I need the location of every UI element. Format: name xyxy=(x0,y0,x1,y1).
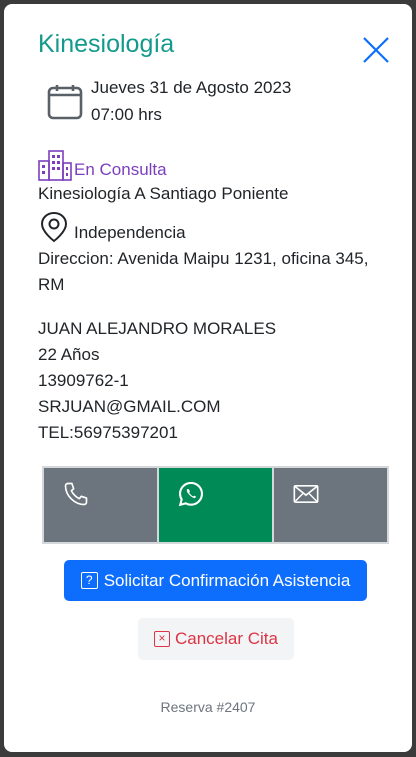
appointment-date: Jueves 31 de Agosto 2023 xyxy=(91,78,292,97)
location-pin-icon xyxy=(40,211,68,243)
whatsapp-icon xyxy=(178,481,204,507)
appointment-time: 07:00 hrs xyxy=(91,105,162,124)
request-confirmation-label: Solicitar Confirmación Asistencia xyxy=(103,570,351,590)
patient-phone: TEL:56975397201 xyxy=(38,423,178,442)
request-confirmation-button[interactable]: ? Solicitar Confirmación Asistencia xyxy=(64,560,367,601)
building-icon xyxy=(38,150,72,181)
cancel-x-icon: × xyxy=(154,631,170,647)
commune: Independencia xyxy=(74,223,186,242)
patient-age: 22 Años xyxy=(38,345,100,364)
cancel-appointment-button[interactable]: × Cancelar Cita xyxy=(138,618,294,660)
address-line-2: RM xyxy=(38,275,65,294)
center-name: Kinesiología A Santiago Poniente xyxy=(38,184,289,203)
call-button[interactable] xyxy=(44,468,159,542)
appointment-modal: Kinesiología Jueves 31 de Agosto 2023 07… xyxy=(4,4,412,752)
patient-name: JUAN ALEJANDRO MORALES xyxy=(38,319,277,338)
whatsapp-button[interactable] xyxy=(159,468,274,542)
email-button[interactable] xyxy=(274,468,387,542)
close-icon[interactable] xyxy=(360,34,392,66)
calendar-icon xyxy=(47,85,83,120)
reservation-number: Reserva #2407 xyxy=(160,699,256,715)
question-icon: ? xyxy=(80,572,98,589)
contact-buttons xyxy=(42,466,389,544)
envelope-icon xyxy=(293,485,319,503)
patient-email: SRJUAN@GMAIL.COM xyxy=(38,397,221,416)
cancel-appointment-label: Cancelar Cita xyxy=(175,629,278,648)
patient-rut: 13909762-1 xyxy=(38,371,129,390)
status-label: En Consulta xyxy=(74,160,167,179)
phone-icon xyxy=(64,482,88,506)
modal-title: Kinesiología xyxy=(38,30,175,58)
address-line-1: Direccion: Avenida Maipu 1231, oficina 3… xyxy=(38,249,369,268)
